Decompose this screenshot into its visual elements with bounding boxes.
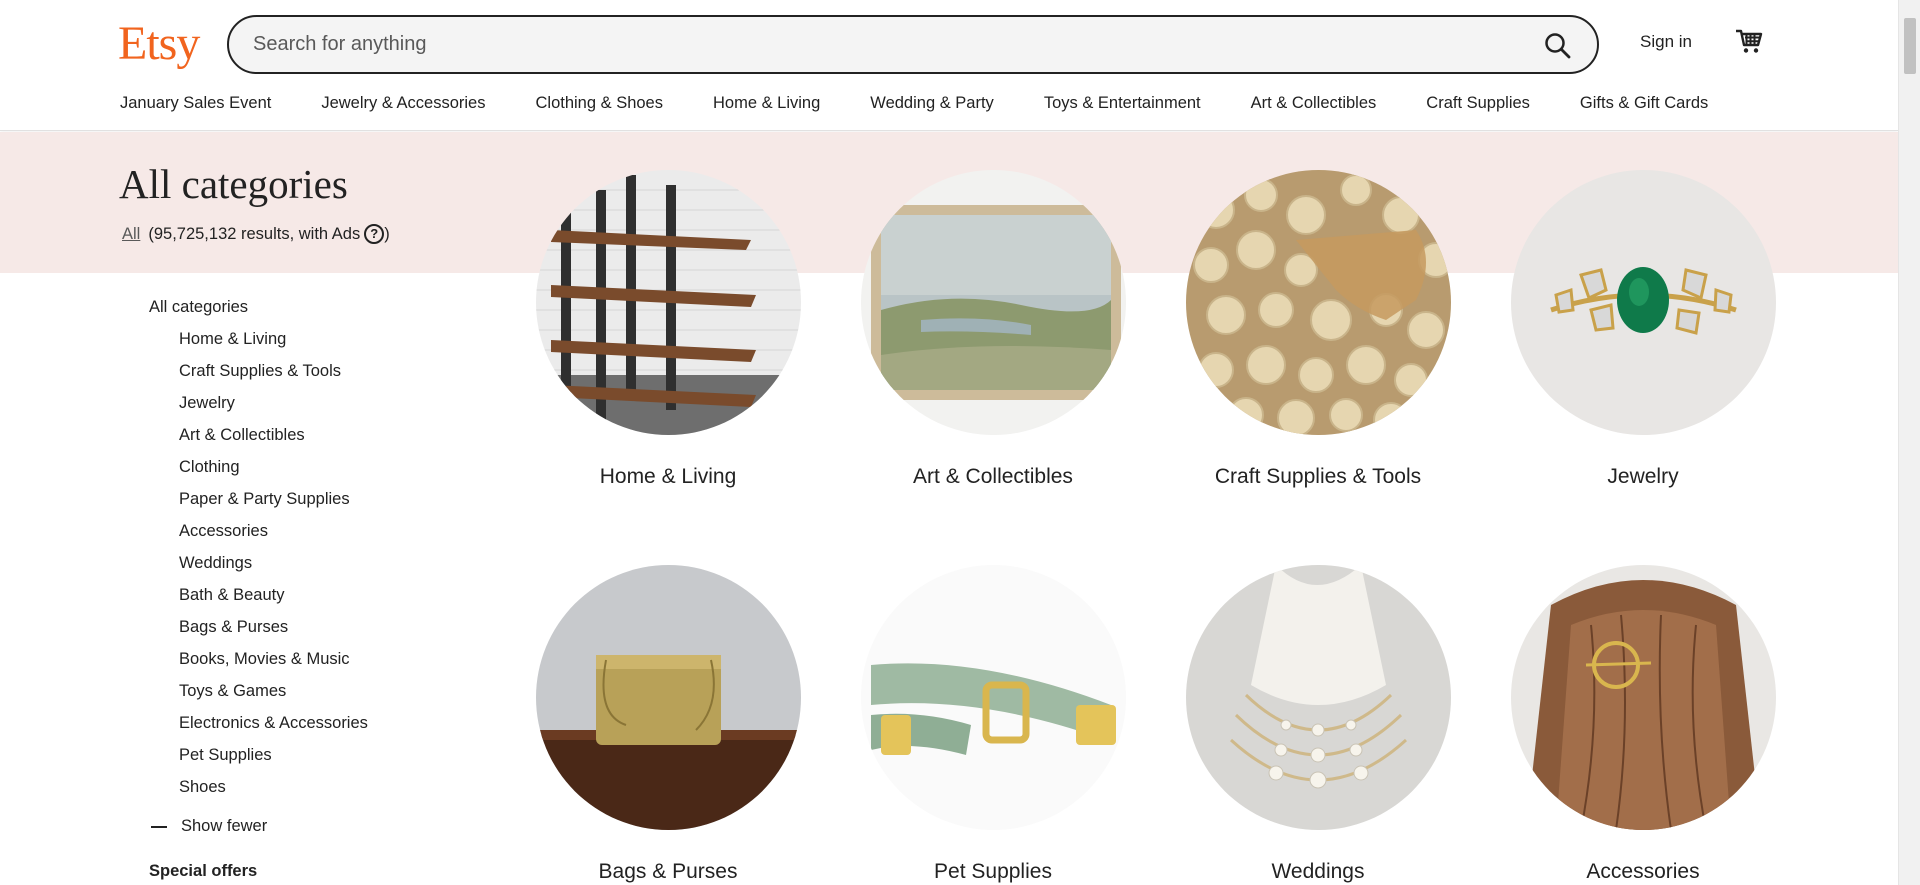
- category-image[interactable]: [860, 565, 1126, 830]
- search-icon[interactable]: [1543, 31, 1571, 59]
- site-header: Etsy Sign in January Sales Event Jewelry…: [0, 0, 1898, 131]
- purse-image: [535, 565, 801, 830]
- category-card-weddings[interactable]: Weddings: [1168, 565, 1468, 884]
- sidebar-list: Home & Living Craft Supplies & Tools Jew…: [149, 328, 509, 808]
- sidebar-item-home-living[interactable]: Home & Living: [179, 328, 509, 360]
- results-close: ): [384, 224, 390, 243]
- category-image[interactable]: [1185, 565, 1451, 830]
- sidebar-item-craft-supplies[interactable]: Craft Supplies & Tools: [179, 360, 509, 392]
- buttons-image: [1185, 170, 1451, 435]
- results-count: (95,725,132 results, with Ads: [148, 224, 361, 243]
- category-card-accessories[interactable]: Accessories: [1493, 565, 1793, 884]
- nav-item-january-sales[interactable]: January Sales Event: [120, 94, 271, 113]
- category-sidebar: All categories Home & Living Craft Suppl…: [149, 296, 509, 881]
- sidebar-heading[interactable]: All categories: [149, 296, 509, 328]
- page-scrollbar[interactable]: [1898, 0, 1920, 885]
- sidebar-item-accessories[interactable]: Accessories: [179, 520, 509, 552]
- category-nav: January Sales Event Jewelry & Accessorie…: [120, 94, 1708, 113]
- search-input[interactable]: [253, 17, 1513, 72]
- category-label[interactable]: Bags & Purses: [518, 860, 818, 884]
- page-title: All categories: [119, 161, 348, 207]
- category-image[interactable]: [1185, 170, 1451, 435]
- sidebar-item-pet-supplies[interactable]: Pet Supplies: [179, 744, 509, 776]
- category-label[interactable]: Pet Supplies: [843, 860, 1143, 884]
- category-card-jewelry[interactable]: Jewelry: [1493, 170, 1793, 489]
- sidebar-item-shoes[interactable]: Shoes: [179, 776, 509, 808]
- category-image[interactable]: [860, 170, 1126, 435]
- nav-item-home-living[interactable]: Home & Living: [713, 94, 820, 113]
- nav-item-wedding-party[interactable]: Wedding & Party: [870, 94, 994, 113]
- all-link[interactable]: All: [122, 225, 140, 244]
- etsy-logo[interactable]: Etsy: [118, 14, 200, 74]
- category-card-home-living[interactable]: Home & Living: [518, 170, 818, 489]
- sidebar-item-art-collectibles[interactable]: Art & Collectibles: [179, 424, 509, 456]
- collar-image: [860, 565, 1126, 830]
- minus-icon: [151, 825, 167, 828]
- sidebar-item-weddings[interactable]: Weddings: [179, 552, 509, 584]
- category-image[interactable]: [535, 565, 801, 830]
- nav-item-jewelry-accessories[interactable]: Jewelry & Accessories: [321, 94, 485, 113]
- category-label[interactable]: Jewelry: [1493, 465, 1793, 489]
- category-label[interactable]: Craft Supplies & Tools: [1168, 465, 1468, 489]
- show-fewer-label: Show fewer: [181, 817, 268, 835]
- category-image[interactable]: [1510, 565, 1776, 830]
- category-card-craft-supplies[interactable]: Craft Supplies & Tools: [1168, 170, 1468, 489]
- search-bar[interactable]: [227, 15, 1599, 74]
- sidebar-item-electronics[interactable]: Electronics & Accessories: [179, 712, 509, 744]
- special-offers-heading: Special offers: [149, 862, 258, 880]
- category-image[interactable]: [535, 170, 801, 435]
- nav-item-toys-entertainment[interactable]: Toys & Entertainment: [1044, 94, 1201, 113]
- sidebar-item-toys-games[interactable]: Toys & Games: [179, 680, 509, 712]
- nav-item-gifts-gift-cards[interactable]: Gifts & Gift Cards: [1580, 94, 1708, 113]
- category-card-art-collectibles[interactable]: Art & Collectibles: [843, 170, 1143, 489]
- painting-image: [860, 170, 1126, 435]
- nav-item-clothing-shoes[interactable]: Clothing & Shoes: [535, 94, 663, 113]
- category-card-bags-purses[interactable]: Bags & Purses: [518, 565, 818, 884]
- category-label[interactable]: Accessories: [1493, 860, 1793, 884]
- sidebar-item-clothing[interactable]: Clothing: [179, 456, 509, 488]
- show-fewer-button[interactable]: Show fewer: [149, 817, 509, 836]
- ring-image: [1510, 170, 1776, 435]
- sidebar-item-bath-beauty[interactable]: Bath & Beauty: [179, 584, 509, 616]
- category-card-pet-supplies[interactable]: Pet Supplies: [843, 565, 1143, 884]
- category-label[interactable]: Home & Living: [518, 465, 818, 489]
- nav-item-art-collectibles[interactable]: Art & Collectibles: [1251, 94, 1377, 113]
- scrollbar-thumb[interactable]: [1904, 18, 1916, 74]
- necklace-image: [1185, 565, 1451, 830]
- sign-in-link[interactable]: Sign in: [1640, 32, 1692, 52]
- sidebar-item-paper-party[interactable]: Paper & Party Supplies: [179, 488, 509, 520]
- category-label[interactable]: Art & Collectibles: [843, 465, 1143, 489]
- nav-item-craft-supplies[interactable]: Craft Supplies: [1426, 94, 1530, 113]
- hair-pin-image: [1510, 565, 1776, 830]
- cart-icon[interactable]: [1734, 26, 1764, 56]
- shelf-image: [535, 170, 801, 435]
- sidebar-item-bags-purses[interactable]: Bags & Purses: [179, 616, 509, 648]
- results-summary: All (95,725,132 results, with Ads ? ): [122, 224, 390, 244]
- sidebar-item-books-movies-music[interactable]: Books, Movies & Music: [179, 648, 509, 680]
- help-icon[interactable]: ?: [364, 224, 385, 244]
- sidebar-item-jewelry[interactable]: Jewelry: [179, 392, 509, 424]
- category-image[interactable]: [1510, 170, 1776, 435]
- category-label[interactable]: Weddings: [1168, 860, 1468, 884]
